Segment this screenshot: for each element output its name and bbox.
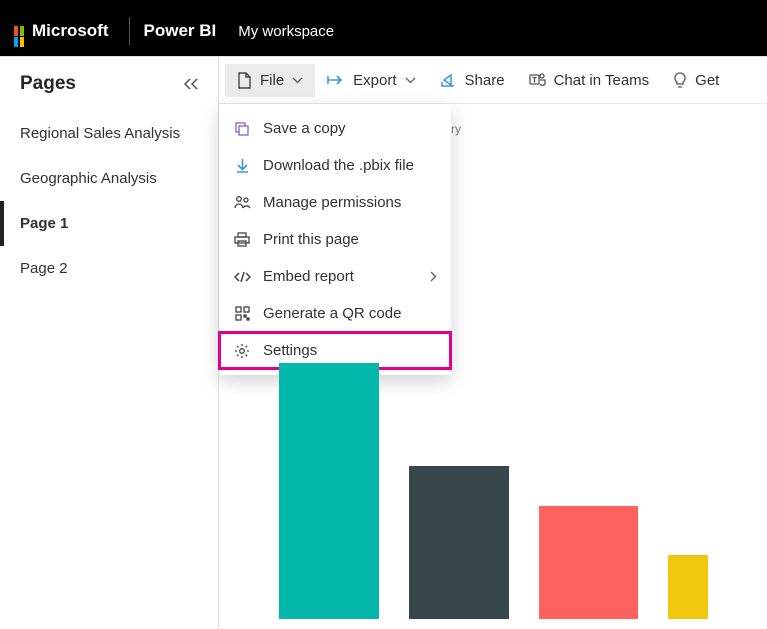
collapse-icon[interactable]: [182, 77, 200, 91]
bar-3: [539, 506, 638, 619]
bar-1: [279, 363, 379, 619]
page-item[interactable]: Geographic Analysis: [0, 156, 218, 201]
toolbar: File Export Share Chat in Tea: [219, 57, 767, 104]
file-menu-button[interactable]: File: [225, 64, 315, 97]
teams-icon: [529, 72, 546, 88]
chat-label: Chat in Teams: [554, 72, 650, 89]
chat-teams-button[interactable]: Chat in Teams: [517, 64, 662, 97]
lightbulb-icon: [673, 72, 687, 89]
export-label: Export: [353, 72, 396, 89]
canvas-partial-text: ry: [451, 122, 461, 136]
export-button[interactable]: Export: [315, 64, 427, 97]
page-item[interactable]: Page 1: [0, 201, 218, 246]
page-item[interactable]: Page 2: [0, 246, 218, 291]
share-button[interactable]: Share: [428, 64, 517, 97]
get-insights-button[interactable]: Get: [661, 64, 731, 97]
file-icon: [237, 72, 252, 89]
divider: [129, 17, 130, 45]
microsoft-logo-icon: [14, 26, 24, 36]
page-item[interactable]: Regional Sales Analysis: [0, 111, 218, 156]
product-label[interactable]: Power BI: [144, 21, 217, 41]
bar-4: [668, 555, 708, 619]
export-icon: [327, 73, 345, 87]
bar-2: [409, 466, 509, 619]
microsoft-label: Microsoft: [32, 21, 109, 41]
report-canvas: ry: [219, 104, 767, 629]
app-header: Microsoft Power BI My workspace: [0, 6, 767, 56]
get-label: Get: [695, 72, 719, 89]
bar-chart[interactable]: [279, 363, 708, 619]
main-area: File Export Share Chat in Tea: [219, 57, 767, 628]
pages-sidebar: Pages Regional Sales Analysis Geographic…: [0, 57, 219, 628]
workspace-breadcrumb[interactable]: My workspace: [238, 23, 334, 40]
chevron-down-icon: [405, 77, 416, 84]
sidebar-title: Pages: [20, 73, 76, 95]
file-label: File: [260, 72, 284, 89]
share-icon: [440, 73, 457, 88]
share-label: Share: [465, 72, 505, 89]
chevron-down-icon: [292, 77, 303, 84]
